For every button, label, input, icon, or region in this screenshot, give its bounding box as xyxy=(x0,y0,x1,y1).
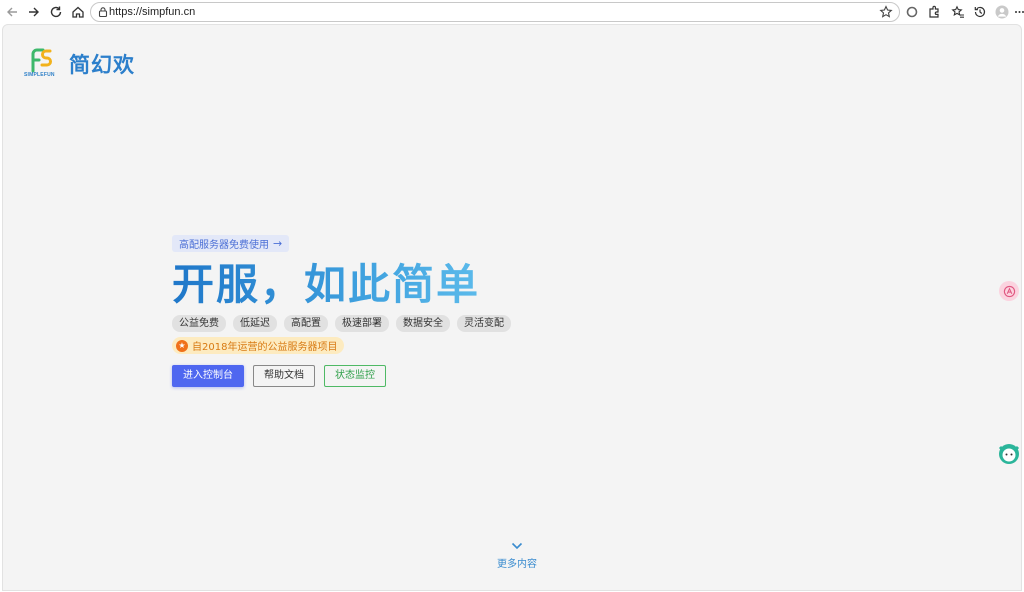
feature-tag: 极速部署 xyxy=(335,315,389,332)
more-content-label[interactable]: 更多内容 xyxy=(487,555,547,570)
reload-icon[interactable] xyxy=(48,4,64,20)
profile-avatar-icon[interactable] xyxy=(994,4,1010,20)
history-icon[interactable] xyxy=(972,4,988,20)
page-viewport: SIMPLEFUN 简幻欢 高配服务器免费使用 → 开服，如此简单 公益免费 低… xyxy=(2,24,1022,591)
hero-headline: 开服，如此简单 xyxy=(172,259,511,311)
promo-banner[interactable]: 高配服务器免费使用 → xyxy=(172,235,290,252)
chevron-down-icon[interactable] xyxy=(511,542,523,550)
home-icon[interactable] xyxy=(70,4,86,20)
more-content-link[interactable]: 更多内容 xyxy=(487,542,547,570)
feature-tag: 数据安全 xyxy=(396,315,450,332)
more-menu-icon[interactable] xyxy=(1014,4,1024,20)
site-brand[interactable]: SIMPLEFUN 简幻欢 xyxy=(24,45,135,81)
feature-tag: 低延迟 xyxy=(233,315,277,332)
feature-tag: 高配置 xyxy=(284,315,328,332)
bookmark-star-icon[interactable] xyxy=(879,5,893,19)
extensions-puzzle-icon[interactable] xyxy=(926,4,942,20)
help-docs-button[interactable]: 帮助文档 xyxy=(253,365,315,387)
promo-text: 高配服务器免费使用 xyxy=(179,240,269,251)
feature-tag: 灵活变配 xyxy=(457,315,511,332)
site-logo[interactable]: SIMPLEFUN xyxy=(24,45,61,81)
url-text[interactable]: https://simpfun.cn xyxy=(109,5,195,19)
notice-text: 自2018年运营的公益服务器项目 xyxy=(192,342,338,353)
logo-caption: SIMPLEFUN xyxy=(24,72,55,78)
floating-mascot-icon[interactable] xyxy=(997,441,1021,465)
enter-console-button[interactable]: 进入控制台 xyxy=(172,365,244,387)
forward-icon[interactable] xyxy=(26,4,42,20)
arrow-right-icon: → xyxy=(273,237,283,250)
back-icon[interactable] xyxy=(4,4,20,20)
status-monitor-button[interactable]: 状态监控 xyxy=(324,365,386,387)
hero-actions: 进入控制台 帮助文档 状态监控 xyxy=(172,365,511,387)
extension-circle-icon[interactable] xyxy=(904,4,920,20)
browser-toolbar: https://simpfun.cn xyxy=(0,0,1024,24)
star-badge-icon: ★ xyxy=(176,339,188,352)
feature-tags: 公益免费 低延迟 高配置 极速部署 数据安全 灵活变配 xyxy=(172,315,511,332)
feature-tag: 公益免费 xyxy=(172,315,226,332)
notice-badge: ★ 自2018年运营的公益服务器项目 xyxy=(172,337,345,354)
favorites-icon[interactable] xyxy=(950,4,966,20)
address-bar[interactable]: https://simpfun.cn xyxy=(90,2,900,22)
site-name[interactable]: 简幻欢 xyxy=(69,49,135,79)
lock-icon[interactable] xyxy=(97,6,109,18)
floating-assistant-icon[interactable] xyxy=(999,281,1019,301)
hero-section: 高配服务器免费使用 → 开服，如此简单 公益免费 低延迟 高配置 极速部署 数据… xyxy=(172,233,511,387)
